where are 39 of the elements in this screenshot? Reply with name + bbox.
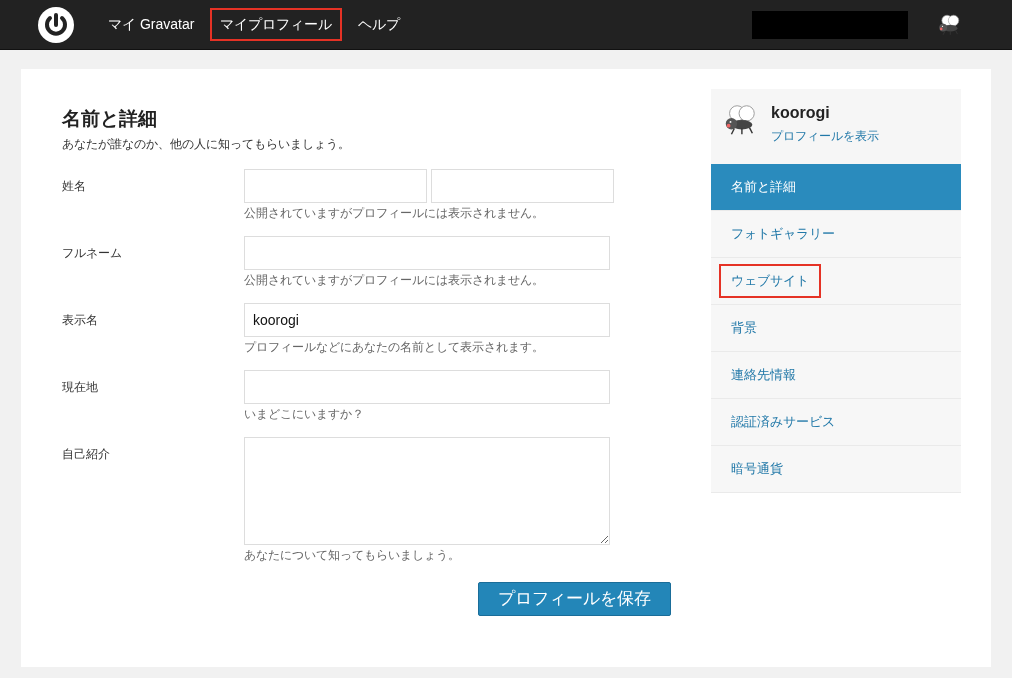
text-input[interactable]: [244, 168, 427, 203]
sidebar-item[interactable]: 暗号通貨: [711, 446, 961, 493]
field-label: 表示名: [62, 311, 99, 329]
sidebar-item[interactable]: 連絡先情報: [711, 352, 961, 399]
text-input[interactable]: [431, 168, 614, 203]
sidebar-item[interactable]: 認証済みサービス: [711, 399, 961, 446]
nav-link[interactable]: マイプロフィール: [210, 8, 343, 41]
sidebar-label: 認証済みサービス: [730, 413, 836, 432]
sidebar-item[interactable]: ウェブサイト: [711, 258, 961, 305]
field-hint: 公開されていますがプロフィールには表示されません。: [244, 271, 545, 289]
sidebar-label: 名前と詳細: [730, 178, 797, 197]
sidebar-label: ウェブサイト: [719, 264, 821, 298]
view-profile-link[interactable]: プロフィールを表示: [771, 127, 879, 145]
nav-link[interactable]: ヘルプ: [348, 8, 411, 41]
text-input[interactable]: koorogi: [244, 302, 610, 337]
section-subtitle: あなたが誰なのか、他の人に知ってもらいましょう。: [62, 135, 351, 153]
text-input[interactable]: [244, 235, 610, 270]
field-hint: プロフィールなどにあなたの名前として表示されます。: [244, 338, 545, 356]
section-title: 名前と詳細: [62, 107, 158, 131]
sidebar-label: 背景: [730, 319, 758, 338]
field-label: 姓名: [62, 177, 87, 195]
sidebar-item[interactable]: フォトギャラリー: [711, 211, 961, 258]
sidebar-item[interactable]: 背景: [711, 305, 961, 352]
text-input[interactable]: [244, 369, 610, 404]
text-area[interactable]: [244, 436, 610, 545]
power-logo-icon[interactable]: [38, 6, 74, 43]
nav-link[interactable]: マイ Gravatar: [98, 8, 205, 41]
sidebar-item[interactable]: 名前と詳細: [711, 164, 961, 211]
save-profile-button[interactable]: プロフィールを保存: [478, 581, 671, 616]
sidebar-label: 連絡先情報: [730, 366, 797, 385]
field-hint: 公開されていますがプロフィールには表示されません。: [244, 204, 545, 222]
field-hint: いまどこにいますか？: [244, 405, 365, 423]
username: koorogi: [771, 103, 831, 123]
field-label: 現在地: [62, 378, 99, 396]
sidebar-label: 暗号通貨: [730, 460, 784, 479]
field-label: 自己紹介: [62, 445, 111, 463]
field-label: フルネーム: [62, 244, 123, 262]
sidebar-label: フォトギャラリー: [730, 225, 836, 244]
field-hint: あなたについて知ってもらいましょう。: [244, 546, 461, 564]
